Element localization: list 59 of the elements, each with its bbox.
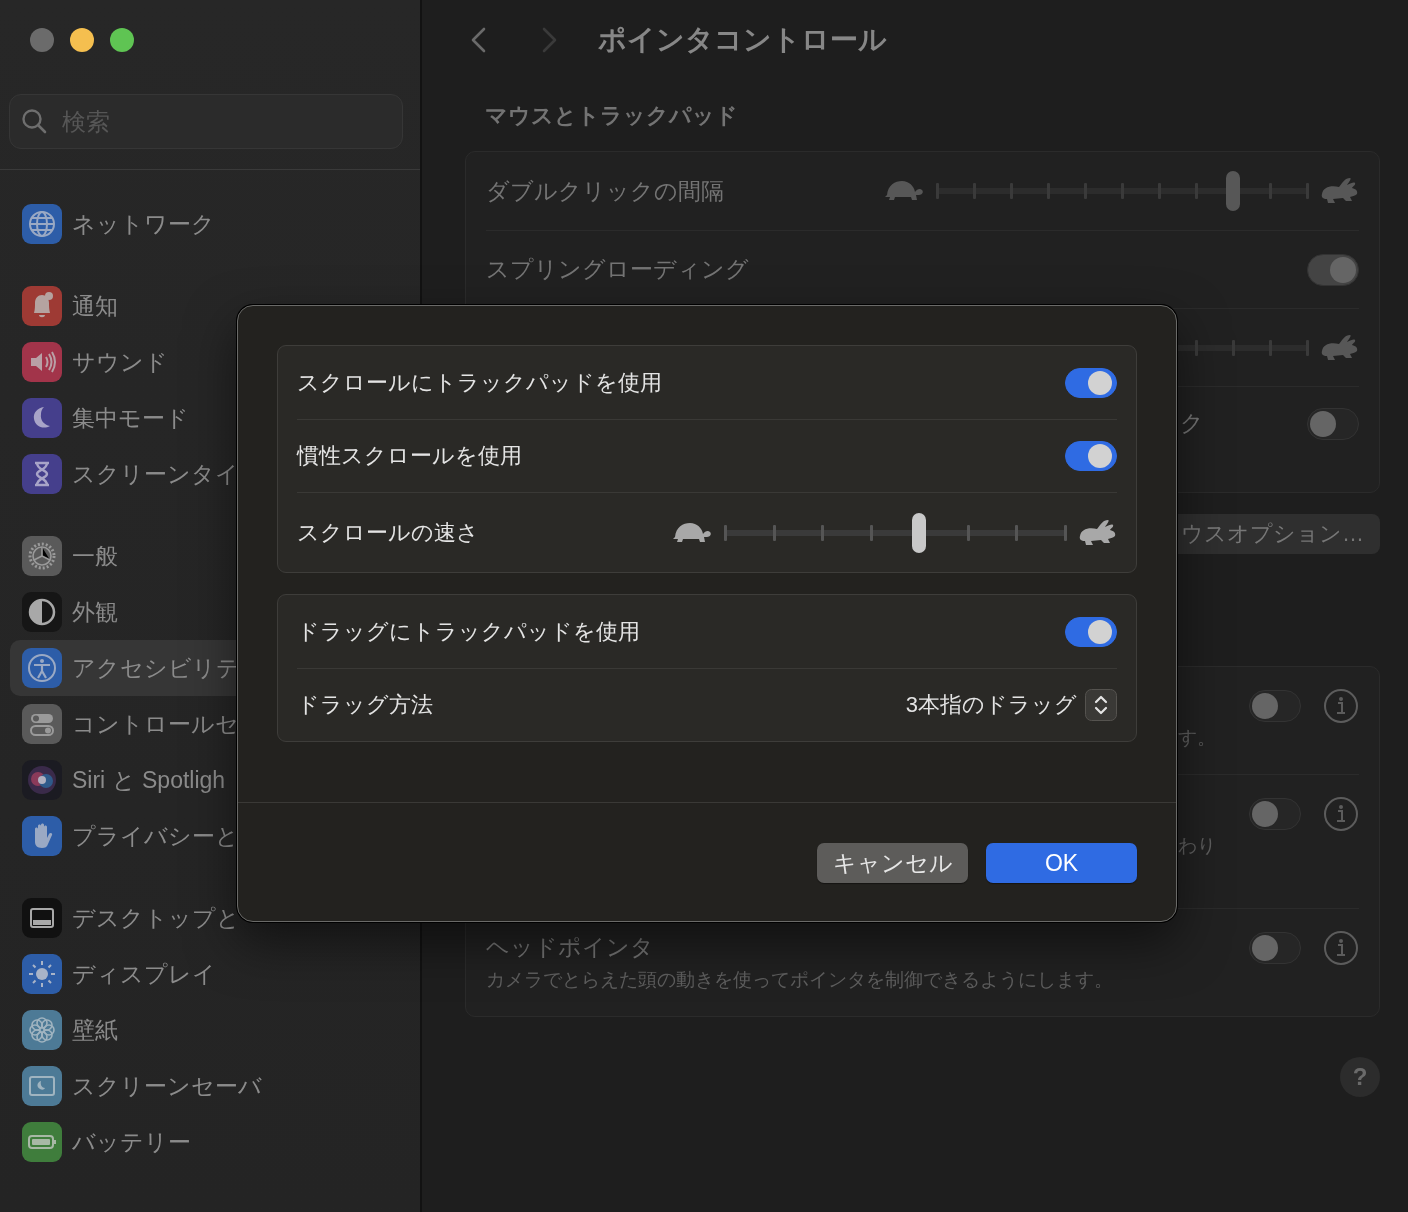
minimize-button[interactable] — [70, 28, 94, 52]
sidebar-item[interactable]: 通知 — [10, 278, 410, 334]
speaker-icon — [22, 342, 62, 382]
rabbit-icon — [1319, 333, 1359, 362]
setting-label: スクロールの速さ — [297, 518, 480, 547]
setting-label: 慣性スクロールを使用 — [297, 442, 523, 470]
sidebar-item[interactable]: デスクトップと — [10, 890, 410, 946]
dock-icon — [22, 898, 62, 938]
toggle-switch[interactable] — [1249, 932, 1301, 964]
hand-icon — [22, 816, 62, 856]
rabbit-icon — [1077, 518, 1117, 547]
bell-icon — [22, 286, 62, 326]
rabbit-icon — [1319, 177, 1359, 205]
sidebar-item[interactable]: Siri と Spotligh — [10, 752, 410, 808]
setting-label: スクロールにトラックパッドを使用 — [297, 368, 663, 397]
accessibility-icon — [22, 648, 62, 688]
section-title: マウスとトラックパッド — [485, 102, 739, 130]
sidebar-item[interactable]: プライバシーと — [10, 808, 410, 864]
switches-icon — [22, 704, 62, 744]
search-icon — [21, 108, 47, 134]
toggle-switch[interactable] — [1065, 616, 1117, 647]
info-icon[interactable] — [1323, 796, 1359, 832]
close-button[interactable] — [30, 28, 54, 52]
cancel-button[interactable]: キャンセル — [817, 843, 968, 883]
ok-button[interactable]: OK — [986, 843, 1137, 883]
zoom-button[interactable] — [110, 28, 134, 52]
toggle-switch[interactable] — [1307, 408, 1359, 440]
sidebar-item[interactable]: スクリーンセーバ — [10, 1058, 410, 1114]
orb-icon — [22, 760, 62, 800]
info-icon[interactable] — [1323, 688, 1359, 724]
setting-description: カメラでとらえた頭の動きを使ってポインタを制御できるようにします。 — [486, 968, 1113, 992]
sidebar-item[interactable]: 壁紙 — [10, 1002, 410, 1058]
toggle-switch[interactable] — [1249, 798, 1301, 830]
sidebar-item[interactable]: ネットワーク — [10, 196, 410, 252]
toggle-switch[interactable] — [1307, 253, 1359, 286]
up-down-chevron-icon — [1085, 689, 1117, 721]
sidebar-item[interactable]: ディスプレイ — [10, 946, 410, 1002]
slider-thumb[interactable] — [1226, 171, 1240, 211]
toggle-switch[interactable] — [1249, 690, 1301, 722]
page-title: ポインタコントロール — [598, 23, 887, 57]
help-button[interactable]: ? — [1340, 1057, 1380, 1097]
toggle-switch[interactable] — [1065, 367, 1117, 398]
info-icon[interactable] — [1323, 930, 1359, 966]
hourglass-icon — [22, 454, 62, 494]
sun-icon — [22, 954, 62, 994]
gear-icon — [22, 536, 62, 576]
setting-label: ダブルクリックの間隔 — [486, 176, 724, 206]
toggle-switch[interactable] — [1065, 441, 1117, 471]
popup-button[interactable]: 3本指のドラッグ — [905, 689, 1117, 721]
flower-icon — [22, 1010, 62, 1050]
setting-label: ヘッドポインタ — [486, 933, 654, 962]
sidebar-item[interactable]: バッテリー — [10, 1114, 410, 1170]
screen-moon-icon — [22, 1066, 62, 1106]
moon-icon — [22, 398, 62, 438]
setting-label: スプリングローディング — [486, 255, 749, 284]
globe-icon — [22, 204, 62, 244]
setting-label: ク — [1179, 409, 1204, 438]
battery-icon — [22, 1122, 62, 1162]
slider-thumb[interactable] — [911, 512, 926, 553]
